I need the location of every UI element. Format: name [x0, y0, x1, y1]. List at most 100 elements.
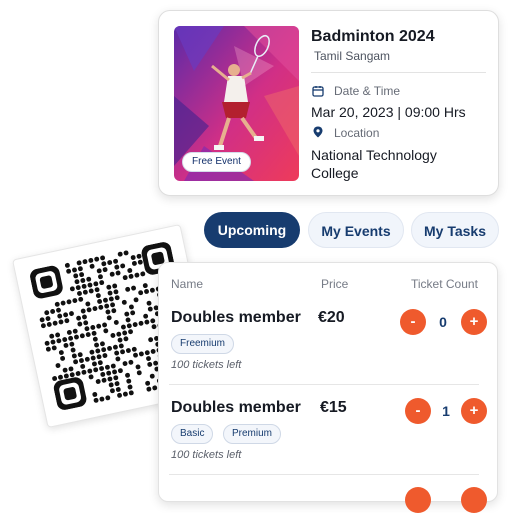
qr-module [45, 316, 51, 321]
qr-module [69, 311, 74, 317]
qr-module [86, 276, 92, 282]
qr-module [44, 340, 50, 346]
qr-module [63, 342, 69, 348]
qr-module [100, 341, 105, 347]
qr-module [82, 289, 88, 295]
tab-my-tasks[interactable]: My Tasks [411, 212, 499, 248]
qr-module [117, 368, 123, 374]
event-title: Badminton 2024 [311, 28, 435, 45]
qr-module [137, 259, 143, 265]
decrement-button[interactable]: - [405, 398, 431, 424]
qr-module [110, 332, 116, 338]
tab-upcoming[interactable]: Upcoming [204, 212, 300, 248]
event-card[interactable]: Free Event Badminton 2024 Tamil Sangam D… [158, 10, 499, 196]
qr-module [101, 377, 107, 383]
qr-module [87, 282, 93, 288]
qr-module [82, 314, 87, 320]
increment-button[interactable]: + [461, 398, 487, 424]
qr-module [76, 260, 82, 266]
qr-module [76, 315, 82, 321]
qr-module [91, 330, 97, 336]
qr-module [51, 345, 57, 351]
qr-module [113, 258, 119, 264]
event-organizer: Tamil Sangam [314, 49, 391, 63]
qr-module [93, 281, 99, 287]
column-header-name: Name [171, 277, 204, 291]
qr-module [60, 355, 66, 361]
row-divider [169, 474, 479, 475]
qr-module [95, 348, 101, 354]
qr-module [131, 285, 136, 291]
qr-module [150, 348, 156, 354]
tier-tag: Basic [171, 424, 214, 444]
qr-module [128, 273, 134, 279]
qr-module [89, 349, 95, 355]
qr-module [126, 323, 132, 329]
qr-module [66, 329, 72, 335]
qr-module [150, 318, 156, 324]
qr-module [144, 350, 150, 356]
qr-module [56, 307, 61, 313]
qr-module [110, 363, 116, 369]
qr-module [58, 374, 63, 380]
qr-module [103, 328, 109, 334]
qr-module [136, 253, 142, 259]
qr-module [124, 311, 130, 317]
qr-module [102, 353, 108, 358]
qr-module [57, 313, 63, 319]
tickets-left: 100 tickets left [171, 449, 242, 461]
qr-module [120, 349, 125, 355]
increment-button[interactable] [461, 487, 487, 513]
qr-module [75, 371, 81, 376]
qr-module [134, 272, 140, 278]
qr-module [63, 312, 69, 318]
qr-module [146, 300, 152, 306]
qr-module [89, 263, 95, 269]
qr-module [115, 356, 121, 362]
date-label: Date & Time [334, 84, 401, 98]
qr-module [44, 310, 50, 316]
qr-module [62, 337, 68, 342]
qr-module [135, 364, 141, 370]
qr-module [72, 298, 78, 304]
qr-module [127, 384, 133, 390]
qr-module [66, 299, 72, 305]
qr-module [106, 284, 112, 290]
qr-module [104, 364, 110, 370]
qr-module [88, 257, 94, 263]
qr-module [107, 260, 113, 265]
location-pin-icon [313, 126, 323, 138]
qr-module [125, 317, 131, 323]
decrement-button[interactable]: - [400, 309, 426, 335]
qr-module [100, 371, 106, 377]
qr-module [146, 356, 151, 361]
qr-module [106, 315, 112, 321]
qr-module [125, 286, 131, 292]
qr-module [85, 332, 91, 337]
increment-button[interactable]: + [461, 309, 487, 335]
qr-module [68, 335, 74, 341]
qr-module [128, 390, 134, 396]
qr-module [115, 387, 121, 392]
qr-module [73, 359, 79, 365]
qr-module [125, 348, 131, 353]
qr-module [122, 361, 128, 366]
qr-module [92, 361, 97, 367]
tab-my-events[interactable]: My Events [308, 212, 404, 248]
qr-module [98, 274, 103, 280]
qr-module [81, 369, 87, 375]
qr-module [142, 283, 148, 289]
ticket-name: Doubles member [171, 399, 301, 416]
qr-module [97, 360, 103, 366]
decrement-button[interactable] [405, 487, 431, 513]
qr-module [122, 275, 128, 281]
qr-module [113, 289, 119, 295]
qr-module [103, 297, 108, 303]
qr-module [132, 322, 138, 328]
qr-module [70, 347, 76, 353]
qr-module [105, 309, 111, 315]
qr-module [94, 287, 100, 293]
qr-module [74, 334, 79, 340]
qr-module [90, 324, 96, 330]
qr-module [140, 271, 146, 277]
